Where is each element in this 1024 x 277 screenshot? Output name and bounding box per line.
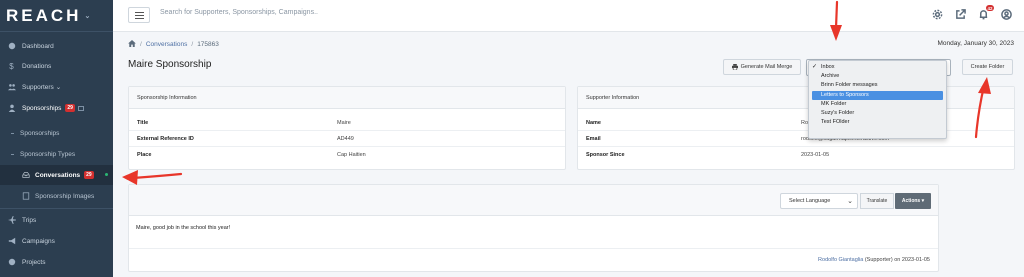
- generate-mail-merge-button[interactable]: Generate Mail Merge: [723, 59, 801, 75]
- page-title: Maire Sponsorship: [128, 59, 212, 70]
- arrow-head-left: [122, 170, 138, 185]
- external-edit-icon[interactable]: [955, 9, 966, 20]
- dollar-icon: $: [9, 61, 14, 71]
- active-dot: [105, 173, 108, 176]
- folder-option-brinn[interactable]: Brinn Folder messages: [809, 81, 946, 90]
- sidebar-subitem-sponsorship-images[interactable]: Sponsorship Images: [0, 186, 113, 206]
- user-account-icon[interactable]: [1001, 9, 1012, 20]
- search-input[interactable]: Search for Supporters, Sponsorships, Cam…: [160, 9, 318, 16]
- message-body: Maire, good job in the school this year!: [136, 225, 231, 231]
- sidebar-subitem-sponsorship-types[interactable]: Sponsorship Types: [0, 144, 113, 164]
- info-row: Name Ro: [578, 115, 1014, 131]
- dashboard-icon: [7, 42, 16, 51]
- create-folder-button[interactable]: Create Folder: [962, 59, 1013, 75]
- sponsorships-badge: 29: [65, 104, 75, 112]
- current-date: Monday, January 30, 2023: [937, 40, 1015, 47]
- message-footer: Rodolfo Giantaglia (Supporter) on 2023-0…: [818, 257, 930, 263]
- info-row: Emailrodolfo@sugarmapleinteractive.com: [578, 131, 1014, 147]
- folder-option-archive[interactable]: Archive: [809, 72, 946, 81]
- app-logo[interactable]: REACH ⌄: [0, 0, 113, 32]
- hamburger-icon: [134, 11, 144, 19]
- sponsorship-information-card: Sponsorship Information Title Maire Exter…: [128, 86, 566, 170]
- top-bar: Search for Supporters, Sponsorships, Cam…: [113, 0, 1024, 32]
- actions-button[interactable]: Actions ▾: [895, 193, 931, 209]
- card-header: Sponsorship Information: [129, 87, 565, 109]
- inbox-icon: [22, 171, 30, 179]
- sidebar-item-trips[interactable]: Trips: [0, 210, 113, 230]
- conversations-badge: 29: [84, 171, 94, 179]
- menu-toggle-button[interactable]: [128, 7, 150, 23]
- plane-icon: [7, 216, 16, 225]
- sidebar-item-sponsorships[interactable]: Sponsorships 29: [0, 98, 113, 118]
- globe-icon: [7, 258, 16, 267]
- breadcrumb-current: 175863: [197, 41, 219, 48]
- sidebar-item-dashboard[interactable]: Dashboard: [0, 36, 113, 56]
- folder-option-inbox[interactable]: Inbox: [809, 63, 946, 72]
- folder-option-suzy[interactable]: Suzy's Folder: [809, 109, 946, 118]
- sidebar-item-donations[interactable]: $ Donations: [0, 56, 113, 76]
- users-icon: [7, 83, 16, 92]
- sidebar-item-projects[interactable]: Projects: [0, 252, 113, 272]
- info-row: Sponsor Since 2023-01-05: [586, 152, 830, 158]
- megaphone-icon: [7, 237, 16, 246]
- settings-gear-icon[interactable]: [932, 9, 943, 20]
- info-row: Place Cap Haitien: [137, 152, 366, 158]
- collapse-icon[interactable]: [77, 105, 84, 111]
- breadcrumb-conversations-link[interactable]: Conversations: [146, 41, 188, 48]
- folder-option-mk[interactable]: MK Folder: [809, 100, 946, 109]
- translate-button[interactable]: Translate: [860, 193, 894, 209]
- folder-option-letters-to-sponsors[interactable]: Letters to Sponsors: [812, 90, 943, 100]
- card-header: Supporter Information: [578, 87, 1014, 109]
- folder-option-test[interactable]: Test FOlder: [809, 118, 946, 127]
- chevron-down-icon: ⌄: [847, 198, 853, 205]
- info-row: Title Maire: [129, 115, 565, 131]
- image-icon: [22, 192, 30, 200]
- notification-badge: 42: [985, 5, 994, 11]
- home-icon[interactable]: [128, 40, 136, 49]
- notification-bell-icon[interactable]: 42: [978, 5, 994, 20]
- folder-dropdown-menu: Inbox Archive Brinn Folder messages Lett…: [808, 60, 947, 139]
- sidebar-subitem-conversations[interactable]: Conversations 29: [0, 165, 113, 185]
- language-select[interactable]: Select Language ⌄: [780, 193, 858, 209]
- message-author-link[interactable]: Rodolfo Giantaglia: [818, 257, 863, 263]
- print-icon: [731, 64, 738, 70]
- message-toolbar: Select Language ⌄ Translate Actions ▾: [129, 185, 938, 216]
- info-row: External Reference ID AD449: [129, 131, 565, 147]
- user-icon: [7, 104, 16, 113]
- sidebar-subitem-sponsorships[interactable]: Sponsorships: [0, 123, 113, 143]
- sidebar-item-supporters[interactable]: Supporters ⌄: [0, 77, 113, 97]
- sidebar-item-campaigns[interactable]: Campaigns: [0, 231, 113, 251]
- message-card: Select Language ⌄ Translate Actions ▾ Mai…: [128, 184, 939, 272]
- breadcrumb: / Conversations / 175863: [128, 40, 219, 49]
- supporter-information-card: Supporter Information NameRo Emailrodolf…: [577, 86, 1015, 170]
- sidebar: REACH ⌄ Dashboard $ Donations Supporters …: [0, 0, 113, 277]
